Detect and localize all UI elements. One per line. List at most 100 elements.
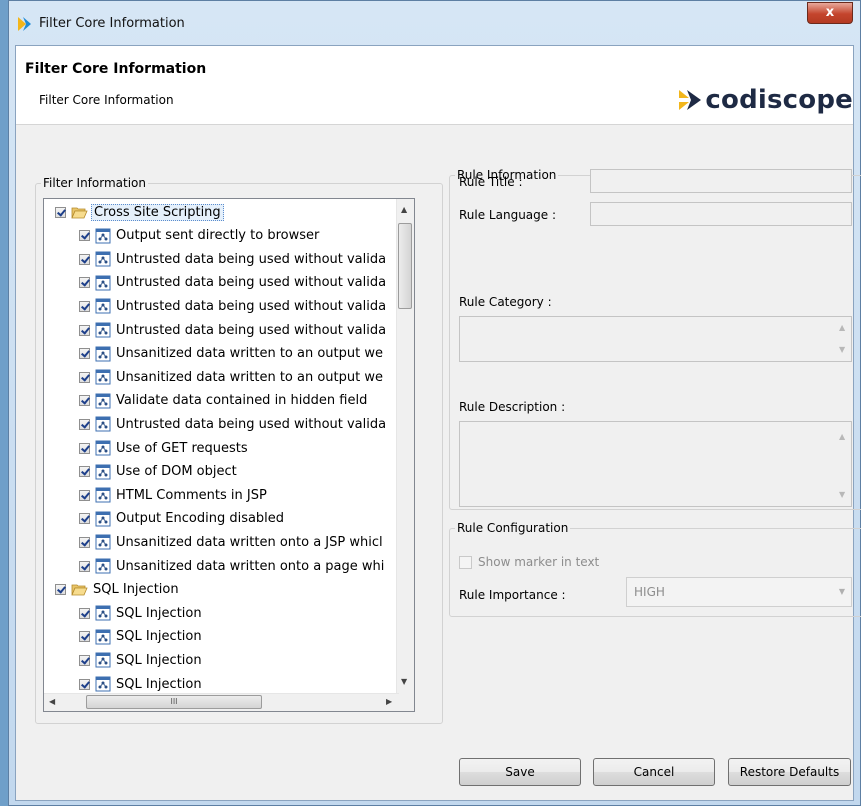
tree-rule-label: SQL Injection: [116, 676, 202, 692]
scroll-up-arrow-icon[interactable]: ▲: [401, 205, 407, 215]
category-scroll-up-icon[interactable]: ▲: [839, 323, 845, 332]
category-scroll-down-icon[interactable]: ▼: [839, 345, 845, 354]
tree-rule-label: Untrusted data being used without valida: [116, 322, 387, 338]
tree-checkbox[interactable]: [79, 631, 90, 643]
tree-checkbox[interactable]: [79, 300, 90, 312]
header-subtitle: Filter Core Information: [39, 93, 174, 107]
tree-checkbox[interactable]: [79, 230, 90, 242]
description-scroll-down-icon[interactable]: ▼: [839, 490, 845, 499]
rule-importance-label: Rule Importance :: [459, 588, 566, 602]
rule-category-label: Rule Category :: [459, 295, 552, 309]
save-button[interactable]: Save: [459, 758, 581, 786]
tree-rule-row[interactable]: SQL Injection: [79, 673, 202, 695]
tree-rule-row[interactable]: Untrusted data being used without valida: [79, 319, 386, 341]
tree-rule-row[interactable]: Output Encoding disabled: [79, 508, 284, 530]
tree-checkbox[interactable]: [79, 418, 90, 430]
tree-rule-row[interactable]: Unsanitized data written to an output we: [79, 366, 383, 388]
tree-rule-row[interactable]: HTML Comments in JSP: [79, 484, 267, 506]
rule-icon: [95, 416, 111, 432]
tree-checkbox[interactable]: [55, 206, 66, 218]
app-icon: [18, 17, 31, 31]
tree-checkbox[interactable]: [79, 442, 90, 454]
tree-rule-label: Output sent directly to browser: [116, 228, 320, 244]
rule-importance-select[interactable]: HIGH ▼: [626, 577, 852, 607]
description-scrollbar[interactable]: ▲ ▼: [835, 422, 851, 506]
tree-rule-row[interactable]: SQL Injection: [79, 602, 202, 624]
tree-rule-row[interactable]: Untrusted data being used without valida: [79, 413, 386, 435]
tree-checkbox[interactable]: [79, 560, 90, 572]
horizontal-scroll-thumb[interactable]: III: [86, 695, 262, 709]
tree-checkbox[interactable]: [79, 277, 90, 289]
tree-checkbox[interactable]: [79, 395, 90, 407]
tree-vertical-scrollbar[interactable]: ▲ ▼: [396, 199, 414, 695]
restore-defaults-button[interactable]: Restore Defaults: [728, 758, 851, 786]
window-title: Filter Core Information: [39, 16, 185, 31]
tree-rule-row[interactable]: Validate data contained in hidden field: [79, 390, 367, 412]
tree-checkbox[interactable]: [79, 489, 90, 501]
tree-checkbox[interactable]: [79, 253, 90, 265]
rule-icon: [95, 511, 111, 527]
tree-rows: Cross Site Scripting Output sent directly…: [44, 199, 399, 695]
tree-rule-row[interactable]: Untrusted data being used without valida: [79, 248, 386, 270]
tree-category-label: Cross Site Scripting: [91, 203, 224, 221]
tree-checkbox[interactable]: [79, 536, 90, 548]
tree-category-label: SQL Injection: [93, 582, 179, 598]
rule-icon: [95, 487, 111, 503]
tree-rule-label: Unsanitized data written to an output we: [116, 369, 383, 385]
tree-checkbox[interactable]: [79, 678, 90, 690]
tree-rule-label: Output Encoding disabled: [116, 511, 285, 527]
tree-rule-row[interactable]: SQL Injection: [79, 649, 202, 671]
scroll-left-arrow-icon[interactable]: ◀: [49, 697, 55, 707]
rule-description-textarea[interactable]: ▲ ▼: [459, 421, 852, 507]
rule-icon: [95, 558, 111, 574]
tree-category-row[interactable]: SQL Injection: [55, 579, 179, 601]
tree-rule-row[interactable]: Use of DOM object: [79, 461, 237, 483]
tree-rule-label: Unsanitized data written onto a JSP whic…: [116, 534, 383, 550]
tree-checkbox[interactable]: [79, 513, 90, 525]
rule-language-field[interactable]: [590, 202, 852, 226]
tree-rule-row[interactable]: Untrusted data being used without valida: [79, 295, 386, 317]
tree-checkbox[interactable]: [79, 371, 90, 383]
category-scrollbar[interactable]: ▲ ▼: [835, 317, 851, 361]
tree-rule-row[interactable]: Unsanitized data written to an output we: [79, 343, 383, 365]
tree-checkbox[interactable]: [55, 584, 66, 596]
rule-icon: [95, 534, 111, 550]
description-scroll-up-icon[interactable]: ▲: [839, 432, 845, 441]
rule-title-field[interactable]: [590, 169, 852, 193]
tree-rule-row[interactable]: Use of GET requests: [79, 437, 248, 459]
tree-checkbox[interactable]: [79, 654, 90, 666]
tree-rule-label: Untrusted data being used without valida: [116, 416, 387, 432]
filter-information-legend: Filter Information: [43, 176, 146, 190]
rule-icon: [95, 440, 111, 456]
rule-icon: [95, 605, 111, 621]
tree-checkbox[interactable]: [79, 348, 90, 360]
tree-checkbox[interactable]: [79, 466, 90, 478]
vertical-scroll-thumb[interactable]: [398, 223, 412, 309]
cancel-button[interactable]: Cancel: [593, 758, 715, 786]
tree-rule-row[interactable]: Untrusted data being used without valida: [79, 272, 386, 294]
tree-rule-row[interactable]: SQL Injection: [79, 626, 202, 648]
logo-mark-icon: [679, 90, 702, 110]
show-marker-checkbox[interactable]: [459, 556, 472, 569]
tree-checkbox[interactable]: [79, 324, 90, 336]
rule-icon: [95, 629, 111, 645]
rule-category-textarea[interactable]: ▲ ▼: [459, 316, 852, 362]
tree-category-row[interactable]: Cross Site Scripting: [55, 201, 224, 223]
close-button[interactable]: x: [807, 2, 853, 24]
scroll-right-arrow-icon[interactable]: ▶: [386, 697, 392, 707]
rule-description-label: Rule Description :: [459, 400, 566, 414]
chevron-down-icon: ▼: [838, 587, 845, 596]
dialog-header: Filter Core Information Filter Core Info…: [16, 46, 853, 125]
rule-icon: [95, 346, 111, 362]
tree-rule-row[interactable]: Unsanitized data written onto a JSP whic…: [79, 531, 383, 553]
tree-horizontal-scrollbar[interactable]: ◀ III ▶: [44, 693, 399, 711]
filter-information-group: Filter Information Cross Site Scripting O…: [35, 176, 443, 724]
scroll-down-arrow-icon[interactable]: ▼: [401, 677, 407, 687]
filter-tree[interactable]: Cross Site Scripting Output sent directly…: [43, 198, 415, 712]
tree-rule-row[interactable]: Unsanitized data written onto a page whi: [79, 555, 384, 577]
rule-icon: [95, 298, 111, 314]
tree-rule-row[interactable]: Output sent directly to browser: [79, 225, 319, 247]
title-bar[interactable]: Filter Core Information x: [9, 1, 860, 45]
tree-checkbox[interactable]: [79, 607, 90, 619]
tree-rule-label: SQL Injection: [116, 605, 202, 621]
